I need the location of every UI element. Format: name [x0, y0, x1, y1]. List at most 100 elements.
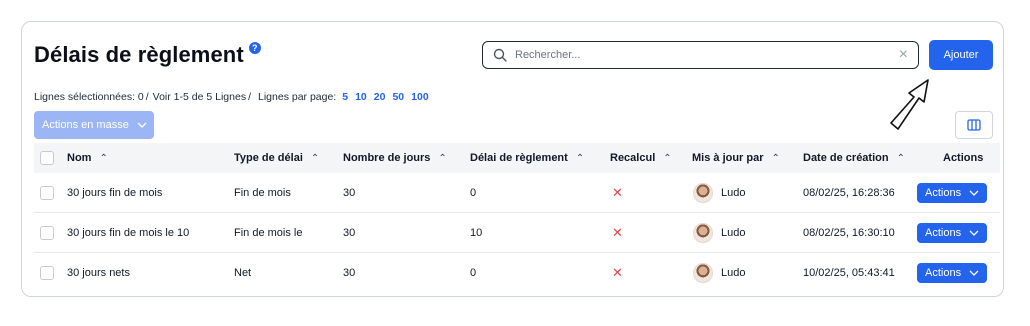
row-select-cell — [40, 253, 54, 293]
row-actions-button[interactable]: Actions — [917, 263, 987, 283]
table-row: 30 jours nets Net 30 0 ✕ Ludo 10/02/25, … — [34, 253, 1000, 293]
cell-actions: Actions — [917, 173, 987, 213]
cell-delai: 10 — [470, 227, 483, 239]
range-info: Voir 1-5 de 5 Lignes — [152, 91, 247, 103]
cell-updated-by: Ludo — [693, 253, 745, 293]
x-mark-icon: ✕ — [612, 225, 623, 240]
column-label: Nom — [67, 152, 92, 164]
page-size-option[interactable]: 10 — [355, 91, 367, 103]
table-meta: Lignes sélectionnées: 0 / Voir 1-5 de 5 … — [34, 91, 429, 103]
select-all-cell — [40, 143, 54, 173]
columns-toggle-button[interactable] — [955, 111, 993, 139]
x-mark-icon: ✕ — [612, 265, 623, 280]
avatar — [693, 223, 713, 243]
hand-drawn-arrow-icon — [890, 79, 929, 130]
payment-terms-table: Nom ⌃ Type de délai ⌃ Nombre de jours ⌃ … — [34, 143, 1000, 293]
bulk-actions-button[interactable]: Actions en masse — [34, 111, 154, 139]
column-label: Recalcul — [610, 152, 656, 164]
add-button[interactable]: Ajouter — [929, 40, 993, 70]
column-label: Mis à jour par — [692, 152, 764, 164]
row-actions-button[interactable]: Actions — [917, 223, 987, 243]
sort-icon[interactable]: ⌃ — [772, 153, 780, 164]
cell-actions: Actions — [917, 213, 987, 253]
cell-type: Fin de mois le — [234, 227, 303, 239]
row-checkbox[interactable] — [40, 266, 54, 280]
page-size-option[interactable]: 100 — [411, 91, 429, 103]
column-label: Délai de règlement — [470, 152, 568, 164]
sort-icon[interactable]: ⌃ — [576, 153, 584, 164]
table-header: Nom ⌃ Type de délai ⌃ Nombre de jours ⌃ … — [34, 143, 1000, 173]
cell-recalcul: ✕ — [612, 173, 623, 213]
cell-recalcul: ✕ — [612, 213, 623, 253]
column-label: Type de délai — [234, 152, 303, 164]
meta-separator: / — [145, 91, 149, 103]
cell-updated-by: Ludo — [693, 173, 745, 213]
per-page-label: Lignes par page: — [258, 91, 337, 103]
cell-recalcul: ✕ — [612, 253, 623, 293]
row-select-cell — [40, 173, 54, 213]
column-header-type[interactable]: Type de délai ⌃ — [234, 143, 319, 173]
chevron-down-icon — [969, 270, 979, 276]
page-size-option[interactable]: 5 — [342, 91, 348, 103]
column-header-jours[interactable]: Nombre de jours ⌃ — [343, 143, 447, 173]
cell-type: Fin de mois — [234, 187, 291, 199]
title-area: Délais de règlement ? — [34, 42, 261, 68]
column-header-actions: Actions — [943, 143, 983, 173]
column-label: Actions — [943, 152, 984, 164]
clear-search-icon[interactable]: × — [899, 47, 908, 63]
sort-icon[interactable]: ⌃ — [99, 153, 107, 164]
page-size-option[interactable]: 20 — [374, 91, 386, 103]
table-row: 30 jours fin de mois Fin de mois 30 0 ✕ … — [34, 173, 1000, 213]
cell-date: 10/02/25, 05:43:41 — [803, 267, 895, 279]
sort-icon[interactable]: ⌃ — [311, 153, 319, 164]
user-name: Ludo — [721, 267, 746, 279]
cell-actions: Actions — [917, 253, 987, 293]
column-header-created[interactable]: Date de création ⌃ — [803, 143, 913, 173]
cell-date: 08/02/25, 16:30:10 — [803, 227, 895, 239]
cell-delai: 0 — [470, 187, 477, 199]
meta-separator: / — [248, 91, 251, 103]
row-actions-button[interactable]: Actions — [917, 183, 987, 203]
help-icon[interactable]: ? — [248, 42, 261, 54]
cell-jours: 30 — [343, 187, 356, 199]
sort-icon[interactable]: ⌃ — [897, 153, 905, 164]
cell-jours: 30 — [343, 267, 356, 279]
cell-nom: 30 jours fin de mois le 10 — [67, 227, 190, 239]
selected-count: Lignes sélectionnées: 0 — [34, 91, 144, 103]
column-header-nom[interactable]: Nom ⌃ — [67, 143, 108, 173]
avatar — [693, 263, 713, 283]
table-row: 30 jours fin de mois le 10 Fin de mois l… — [34, 213, 1000, 253]
chevron-down-icon — [137, 122, 147, 128]
x-mark-icon: ✕ — [612, 185, 623, 200]
cell-updated-by: Ludo — [693, 213, 745, 253]
sort-icon[interactable]: ⌃ — [438, 153, 446, 164]
page-size-option[interactable]: 50 — [392, 91, 404, 103]
cell-jours: 30 — [343, 227, 356, 239]
column-label: Date de création — [803, 152, 889, 164]
column-header-recalcul[interactable]: Recalcul ⌃ — [610, 143, 672, 173]
sort-icon[interactable]: ⌃ — [663, 153, 671, 164]
bulk-actions-label: Actions en masse — [42, 119, 129, 131]
user-name: Ludo — [721, 227, 746, 239]
select-all-checkbox[interactable] — [40, 151, 54, 165]
user-name: Ludo — [721, 187, 746, 199]
columns-icon — [967, 119, 981, 131]
chevron-down-icon — [969, 190, 979, 196]
cell-nom: 30 jours nets — [67, 267, 130, 279]
search-bar: × — [482, 41, 919, 69]
row-actions-label: Actions — [925, 267, 962, 279]
cell-delai: 0 — [470, 267, 477, 279]
search-input[interactable] — [515, 49, 893, 61]
row-actions-label: Actions — [925, 187, 962, 199]
column-label: Nombre de jours — [343, 152, 431, 164]
avatar — [693, 183, 713, 203]
row-checkbox[interactable] — [40, 226, 54, 240]
column-header-delai[interactable]: Délai de règlement ⌃ — [470, 143, 584, 173]
column-header-updated-by[interactable]: Mis à jour par ⌃ — [692, 143, 780, 173]
search-icon — [493, 48, 507, 62]
cell-nom: 30 jours fin de mois — [67, 187, 163, 199]
payment-terms-card: Délais de règlement ? × Ajouter Lignes s… — [21, 21, 1004, 297]
row-checkbox[interactable] — [40, 186, 54, 200]
cell-type: Net — [234, 267, 252, 279]
row-actions-label: Actions — [925, 227, 962, 239]
